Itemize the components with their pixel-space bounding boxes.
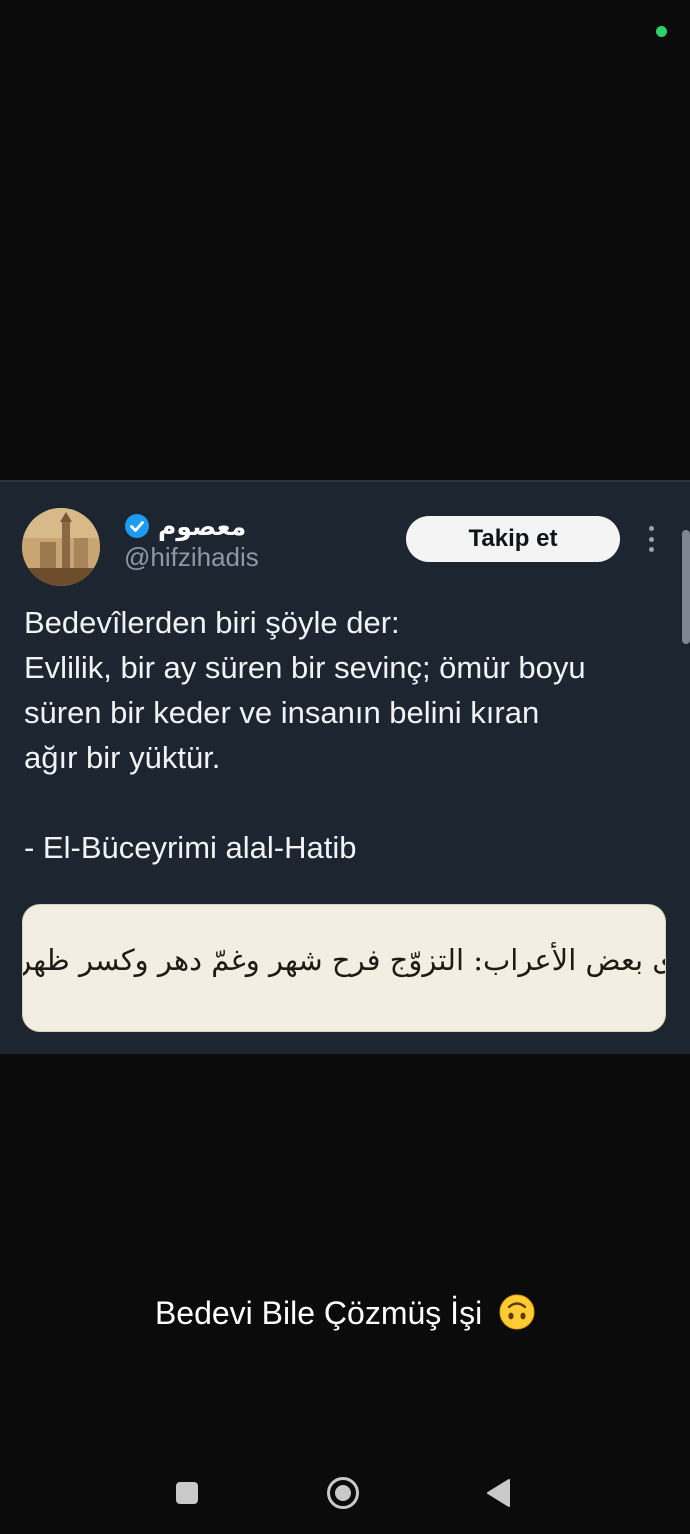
image-arabic-text: ى بعض الأعراب: التزوّج فرح شهر وغمّ دهر … [22, 943, 666, 977]
back-triangle-icon[interactable] [482, 1476, 516, 1510]
recents-square-icon[interactable] [170, 1476, 204, 1510]
name-row: معصوم [124, 508, 246, 544]
tweet-line: Evlilik, bir ay süren bir sevinç; ömür b… [24, 650, 586, 685]
avatar[interactable] [22, 508, 100, 586]
display-name[interactable]: معصوم [158, 512, 246, 541]
upside-down-face-icon [499, 1294, 535, 1330]
tweet-image[interactable]: ى بعض الأعراب: التزوّج فرح شهر وغمّ دهر … [22, 904, 666, 1032]
tweet-line: ağır bir yüktür. [24, 740, 221, 775]
user-handle[interactable]: @hifzihadis [124, 542, 259, 573]
tweet-line: süren bir keder ve insanın belini kıran [24, 695, 540, 730]
avatar-image [22, 508, 100, 586]
status-dot [656, 26, 667, 37]
more-vertical-icon[interactable] [640, 524, 662, 554]
tweet-attribution: - El-Büceyrimi alal-Hatib [24, 830, 357, 865]
tweet-text: Bedevîlerden biri şöyle der: Evlilik, bi… [24, 600, 674, 870]
home-circle-icon[interactable] [326, 1476, 360, 1510]
caption: Bedevi Bile Çözmüş İşi [0, 1294, 690, 1332]
screen: معصوم @hifzihadis Takip et Bedevîlerden … [0, 0, 690, 1534]
caption-text: Bedevi Bile Çözmüş İşi [154, 1295, 483, 1331]
scrollbar-thumb[interactable] [682, 530, 690, 644]
verified-badge-icon [125, 514, 149, 538]
tweet-card[interactable]: معصوم @hifzihadis Takip et Bedevîlerden … [0, 480, 690, 1054]
tweet-line: Bedevîlerden biri şöyle der: [24, 605, 400, 640]
follow-button[interactable]: Takip et [406, 516, 620, 562]
navigation-bar [0, 1452, 690, 1534]
